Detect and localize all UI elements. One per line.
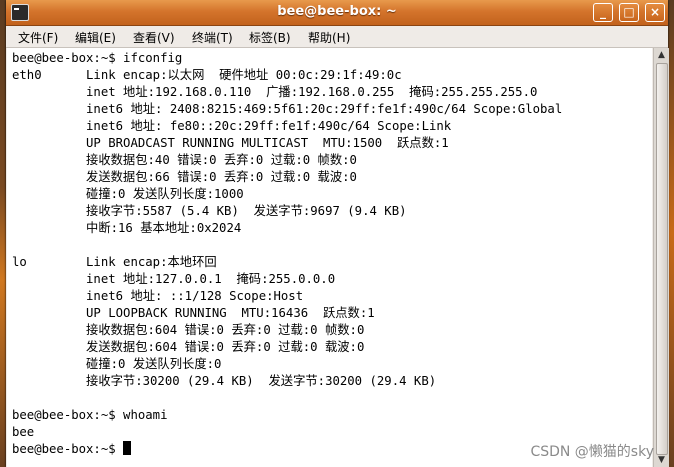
menu-bar: 文件(F) 编辑(E) 查看(V) 终端(T) 标签(B) 帮助(H) (6, 26, 668, 48)
terminal-line: 接收数据包:604 错误:0 丢弃:0 过载:0 帧数:0 (12, 323, 365, 337)
terminal-line: inet6 地址: ::1/128 Scope:Host (12, 289, 304, 303)
terminal-output-area[interactable]: bee@bee-box:~$ ifconfig eth0 Link encap:… (7, 48, 652, 467)
terminal-prompt-line: bee@bee-box:~$ (12, 442, 124, 456)
vertical-scrollbar[interactable]: ▲ ▼ (653, 48, 669, 467)
maximize-button[interactable]: □ (619, 3, 639, 22)
menu-terminal[interactable]: 终端(T) (192, 29, 233, 46)
terminal-line: 中断:16 基本地址:0x2024 (12, 221, 242, 235)
terminal-line: 接收数据包:40 错误:0 丢弃:0 过载:0 帧数:0 (12, 153, 357, 167)
terminal-line: 发送数据包:604 错误:0 丢弃:0 过载:0 载波:0 (12, 340, 365, 354)
terminal-window: bee@bee-box: ~ _ □ × 文件(F) 编辑(E) 查看(V) 终… (6, 0, 669, 467)
menu-edit[interactable]: 编辑(E) (75, 29, 116, 46)
scroll-up-arrow-icon[interactable]: ▲ (654, 48, 669, 62)
terminal-text: bee@bee-box:~$ ifconfig eth0 Link encap:… (7, 48, 652, 458)
menu-tabs[interactable]: 标签(B) (249, 29, 291, 46)
terminal-line: bee@bee-box:~$ whoami (12, 408, 168, 422)
terminal-line: inet 地址:192.168.0.110 广播:192.168.0.255 掩… (12, 85, 538, 99)
menu-help[interactable]: 帮助(H) (308, 29, 350, 46)
close-button[interactable]: × (645, 3, 665, 22)
terminal-line: 接收字节:5587 (5.4 KB) 发送字节:9697 (9.4 KB) (12, 204, 407, 218)
terminal-line: eth0 Link encap:以太网 硬件地址 00:0c:29:1f:49:… (12, 68, 402, 82)
terminal-line: inet6 地址: fe80::20c:29ff:fe1f:490c/64 Sc… (12, 119, 452, 133)
scrollbar-thumb[interactable] (656, 63, 668, 455)
terminal-line: 碰撞:0 发送队列长度:0 (12, 357, 222, 371)
terminal-line: UP LOOPBACK RUNNING MTU:16436 跃点数:1 (12, 306, 375, 320)
watermark-text: CSDN @懒猫的sky (530, 444, 654, 460)
menu-view[interactable]: 查看(V) (133, 29, 175, 46)
terminal-line: bee (12, 425, 35, 439)
menu-file[interactable]: 文件(F) (18, 29, 58, 46)
terminal-line: inet6 地址: 2408:8215:469:5f61:20c:29ff:fe… (12, 102, 563, 116)
title-bar[interactable]: bee@bee-box: ~ _ □ × (6, 0, 668, 26)
window-title: bee@bee-box: ~ (277, 4, 397, 19)
terminal-line: lo Link encap:本地环回 (12, 255, 217, 269)
scroll-down-arrow-icon[interactable]: ▼ (654, 453, 669, 467)
minimize-button[interactable]: _ (593, 3, 613, 22)
text-cursor (123, 441, 132, 455)
terminal-line: 接收字节:30200 (29.4 KB) 发送字节:30200 (29.4 KB… (12, 374, 437, 388)
terminal-line: bee@bee-box:~$ ifconfig (12, 51, 183, 65)
terminal-line: inet 地址:127.0.0.1 掩码:255.0.0.0 (12, 272, 336, 286)
terminal-line: 碰撞:0 发送队列长度:1000 (12, 187, 244, 201)
terminal-line: UP BROADCAST RUNNING MULTICAST MTU:1500 … (12, 136, 449, 150)
terminal-line: 发送数据包:66 错误:0 丢弃:0 过载:0 载波:0 (12, 170, 357, 184)
